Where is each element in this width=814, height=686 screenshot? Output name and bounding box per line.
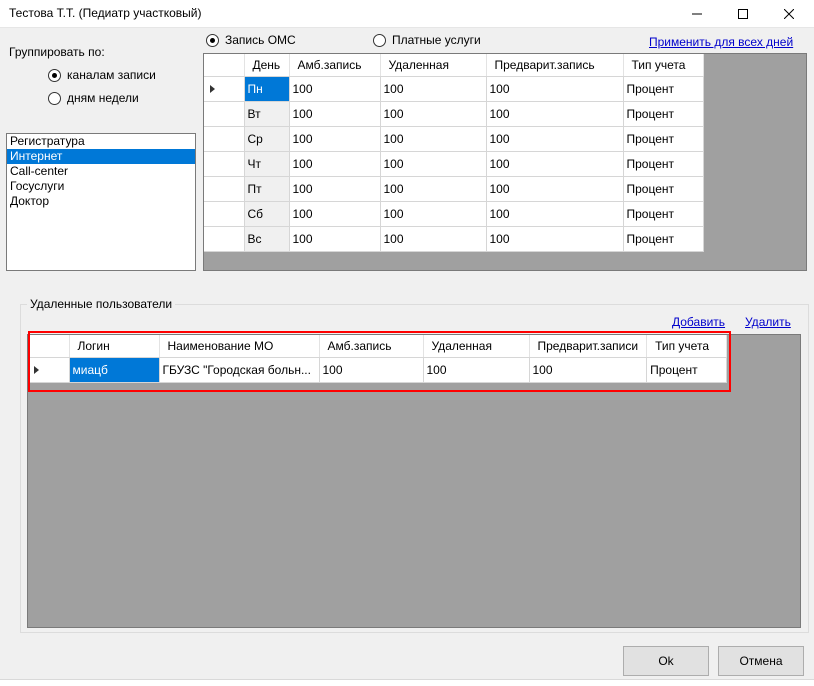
table-row[interactable]: Вт 100 100 100 Процент [204, 101, 704, 127]
current-row-arrow-icon [210, 84, 215, 93]
day-cell[interactable]: Пт [244, 176, 290, 202]
prelim-cell[interactable]: 100 [486, 101, 624, 127]
day-cell[interactable]: Сб [244, 201, 290, 227]
row-header[interactable] [204, 151, 245, 177]
ok-button[interactable]: Ok [623, 646, 709, 676]
remote-cell[interactable]: 100 [380, 176, 487, 202]
type-cell[interactable]: Процент [623, 126, 704, 152]
type-cell[interactable]: Процент [623, 76, 704, 102]
type-cell[interactable]: Процент [623, 101, 704, 127]
paid-services-radio[interactable]: Платные услуги [373, 33, 481, 47]
table-row[interactable]: Вс 100 100 100 Процент [204, 226, 704, 252]
list-item[interactable]: Госуслуги [7, 179, 195, 194]
bottom-edge [0, 679, 814, 686]
list-item[interactable]: Доктор [7, 194, 195, 209]
table-row[interactable]: Ср 100 100 100 Процент [204, 126, 704, 152]
row-header[interactable] [204, 226, 245, 252]
radio-label: Платные услуги [392, 33, 481, 47]
title-bar: Тестова Т.Т. (Педиатр участковый) [0, 0, 814, 28]
add-user-link[interactable]: Добавить [672, 315, 725, 329]
table-row[interactable]: Пт 100 100 100 Процент [204, 176, 704, 202]
day-cell[interactable]: Пн [244, 76, 290, 102]
day-cell[interactable]: Чт [244, 151, 290, 177]
column-header[interactable]: Амб.запись [289, 54, 381, 77]
column-header[interactable]: Предварит.запись [486, 54, 624, 77]
table-row[interactable]: Сб 100 100 100 Процент [204, 201, 704, 227]
radio-checked-icon [206, 33, 219, 47]
minimize-button[interactable] [674, 0, 720, 28]
type-cell[interactable]: Процент [623, 176, 704, 202]
prelim-cell[interactable]: 100 [486, 76, 624, 102]
highlight-box [28, 331, 731, 392]
row-header[interactable] [204, 176, 245, 202]
radio-unchecked-icon [373, 33, 386, 47]
table-row[interactable]: Чт 100 100 100 Процент [204, 151, 704, 177]
remote-cell[interactable]: 100 [380, 151, 487, 177]
column-header[interactable]: День [244, 54, 290, 77]
prelim-cell[interactable]: 100 [486, 226, 624, 252]
schedule-grid[interactable]: День Амб.запись Удаленная Предварит.запи… [203, 53, 807, 271]
amb-cell[interactable]: 100 [289, 151, 381, 177]
type-cell[interactable]: Процент [623, 151, 704, 177]
day-cell[interactable]: Вс [244, 226, 290, 252]
amb-cell[interactable]: 100 [289, 226, 381, 252]
channels-listbox[interactable]: Регистратура Интернет Call-center Госусл… [6, 133, 196, 271]
remote-cell[interactable]: 100 [380, 201, 487, 227]
type-cell[interactable]: Процент [623, 226, 704, 252]
list-item-selected[interactable]: Интернет [7, 149, 195, 164]
window-title: Тестова Т.Т. (Педиатр участковый) [9, 6, 202, 20]
maximize-icon [738, 9, 748, 19]
apply-all-days-link[interactable]: Применить для всех дней [649, 35, 793, 49]
radio-label: каналам записи [67, 68, 156, 82]
remote-cell[interactable]: 100 [380, 226, 487, 252]
prelim-cell[interactable]: 100 [486, 151, 624, 177]
radio-checked-icon [48, 68, 61, 82]
list-item[interactable]: Регистратура [7, 134, 195, 149]
radio-label: Запись ОМС [225, 33, 296, 47]
list-item[interactable]: Call-center [7, 164, 195, 179]
table-row[interactable]: Пн 100 100 100 Процент [204, 76, 704, 102]
remote-users-group-label: Удаленные пользователи [27, 297, 176, 311]
amb-cell[interactable]: 100 [289, 76, 381, 102]
cancel-button[interactable]: Отмена [718, 646, 804, 676]
row-header[interactable] [204, 126, 245, 152]
remote-cell[interactable]: 100 [380, 101, 487, 127]
minimize-icon [692, 13, 702, 15]
close-button[interactable] [766, 0, 812, 28]
prelim-cell[interactable]: 100 [486, 176, 624, 202]
remote-cell[interactable]: 100 [380, 76, 487, 102]
delete-user-link[interactable]: Удалить [745, 315, 791, 329]
row-header[interactable] [204, 201, 245, 227]
row-header[interactable] [204, 76, 245, 102]
column-header[interactable]: Тип учета [623, 54, 704, 77]
prelim-cell[interactable]: 100 [486, 201, 624, 227]
group-by-channels-radio[interactable]: каналам записи [48, 68, 156, 82]
close-icon [784, 9, 794, 19]
maximize-button[interactable] [720, 0, 766, 28]
amb-cell[interactable]: 100 [289, 101, 381, 127]
row-header-corner [204, 54, 245, 77]
remote-cell[interactable]: 100 [380, 126, 487, 152]
group-by-days-radio[interactable]: дням недели [48, 91, 139, 105]
radio-label: дням недели [67, 91, 139, 105]
oms-radio[interactable]: Запись ОМС [206, 33, 296, 47]
group-by-label: Группировать по: [9, 45, 105, 59]
type-cell[interactable]: Процент [623, 201, 704, 227]
amb-cell[interactable]: 100 [289, 126, 381, 152]
row-header[interactable] [204, 101, 245, 127]
schedule-table: День Амб.запись Удаленная Предварит.запи… [204, 54, 704, 252]
prelim-cell[interactable]: 100 [486, 126, 624, 152]
day-cell[interactable]: Ср [244, 126, 290, 152]
header-row: День Амб.запись Удаленная Предварит.запи… [204, 54, 704, 77]
amb-cell[interactable]: 100 [289, 201, 381, 227]
amb-cell[interactable]: 100 [289, 176, 381, 202]
day-cell[interactable]: Вт [244, 101, 290, 127]
column-header[interactable]: Удаленная [380, 54, 487, 77]
radio-unchecked-icon [48, 91, 61, 105]
